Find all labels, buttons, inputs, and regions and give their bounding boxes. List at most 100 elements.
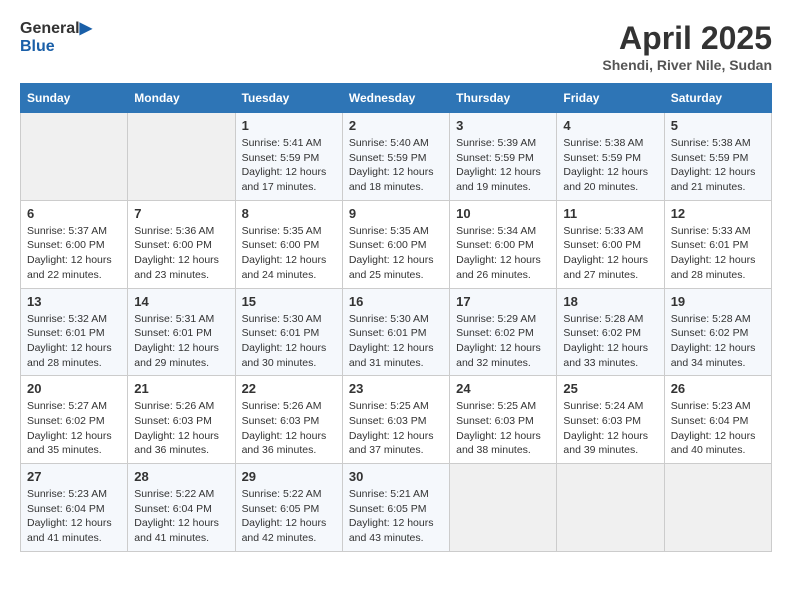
day-sunset: Sunset: 6:01 PM: [671, 239, 749, 251]
day-sunrise: Sunrise: 5:26 AM: [242, 400, 322, 412]
day-daylight: Daylight: 12 hours and 21 minutes.: [671, 166, 756, 193]
day-daylight: Daylight: 12 hours and 36 minutes.: [242, 430, 327, 457]
calendar-cell: 25 Sunrise: 5:24 AM Sunset: 6:03 PM Dayl…: [557, 376, 664, 464]
calendar-cell: 19 Sunrise: 5:28 AM Sunset: 6:02 PM Dayl…: [664, 288, 771, 376]
day-sunrise: Sunrise: 5:23 AM: [671, 400, 751, 412]
day-daylight: Daylight: 12 hours and 37 minutes.: [349, 430, 434, 457]
calendar-cell: 27 Sunrise: 5:23 AM Sunset: 6:04 PM Dayl…: [21, 464, 128, 552]
weekday-header-friday: Friday: [557, 84, 664, 113]
day-daylight: Daylight: 12 hours and 18 minutes.: [349, 166, 434, 193]
day-sunrise: Sunrise: 5:31 AM: [134, 313, 214, 325]
logo-blue: Blue: [20, 38, 92, 56]
calendar-cell: [21, 113, 128, 201]
day-sunset: Sunset: 5:59 PM: [563, 152, 641, 164]
day-sunset: Sunset: 6:03 PM: [242, 415, 320, 427]
day-sunrise: Sunrise: 5:39 AM: [456, 137, 536, 149]
calendar-cell: 13 Sunrise: 5:32 AM Sunset: 6:01 PM Dayl…: [21, 288, 128, 376]
day-number: 14: [134, 294, 228, 309]
day-daylight: Daylight: 12 hours and 35 minutes.: [27, 430, 112, 457]
day-sunset: Sunset: 6:02 PM: [671, 327, 749, 339]
day-sunset: Sunset: 5:59 PM: [671, 152, 749, 164]
day-daylight: Daylight: 12 hours and 31 minutes.: [349, 342, 434, 369]
day-number: 18: [563, 294, 657, 309]
day-daylight: Daylight: 12 hours and 39 minutes.: [563, 430, 648, 457]
day-sunrise: Sunrise: 5:38 AM: [563, 137, 643, 149]
day-sunset: Sunset: 6:03 PM: [456, 415, 534, 427]
page-subtitle: Shendi, River Nile, Sudan: [602, 57, 772, 73]
calendar-cell: 5 Sunrise: 5:38 AM Sunset: 5:59 PM Dayli…: [664, 113, 771, 201]
calendar-cell: [664, 464, 771, 552]
calendar-cell: 6 Sunrise: 5:37 AM Sunset: 6:00 PM Dayli…: [21, 200, 128, 288]
day-sunset: Sunset: 6:00 PM: [242, 239, 320, 251]
calendar-cell: 2 Sunrise: 5:40 AM Sunset: 5:59 PM Dayli…: [342, 113, 449, 201]
day-sunset: Sunset: 6:04 PM: [134, 503, 212, 515]
weekday-header-wednesday: Wednesday: [342, 84, 449, 113]
day-sunrise: Sunrise: 5:41 AM: [242, 137, 322, 149]
day-number: 9: [349, 206, 443, 221]
calendar-week-row: 20 Sunrise: 5:27 AM Sunset: 6:02 PM Dayl…: [21, 376, 772, 464]
calendar-cell: [450, 464, 557, 552]
day-daylight: Daylight: 12 hours and 43 minutes.: [349, 517, 434, 544]
day-sunrise: Sunrise: 5:28 AM: [671, 313, 751, 325]
page-title: April 2025: [602, 20, 772, 57]
calendar-cell: 18 Sunrise: 5:28 AM Sunset: 6:02 PM Dayl…: [557, 288, 664, 376]
day-number: 15: [242, 294, 336, 309]
day-number: 8: [242, 206, 336, 221]
day-sunrise: Sunrise: 5:32 AM: [27, 313, 107, 325]
day-number: 22: [242, 381, 336, 396]
day-sunrise: Sunrise: 5:28 AM: [563, 313, 643, 325]
day-sunset: Sunset: 6:01 PM: [242, 327, 320, 339]
day-daylight: Daylight: 12 hours and 19 minutes.: [456, 166, 541, 193]
calendar-cell: 7 Sunrise: 5:36 AM Sunset: 6:00 PM Dayli…: [128, 200, 235, 288]
weekday-header-thursday: Thursday: [450, 84, 557, 113]
day-number: 12: [671, 206, 765, 221]
day-daylight: Daylight: 12 hours and 36 minutes.: [134, 430, 219, 457]
calendar-cell: 23 Sunrise: 5:25 AM Sunset: 6:03 PM Dayl…: [342, 376, 449, 464]
day-sunrise: Sunrise: 5:29 AM: [456, 313, 536, 325]
header: General▶ Blue April 2025 Shendi, River N…: [20, 20, 772, 73]
day-number: 4: [563, 118, 657, 133]
weekday-header-monday: Monday: [128, 84, 235, 113]
day-sunset: Sunset: 6:02 PM: [27, 415, 105, 427]
day-number: 30: [349, 469, 443, 484]
day-sunrise: Sunrise: 5:38 AM: [671, 137, 751, 149]
calendar-cell: 14 Sunrise: 5:31 AM Sunset: 6:01 PM Dayl…: [128, 288, 235, 376]
day-sunrise: Sunrise: 5:25 AM: [349, 400, 429, 412]
calendar-cell: 12 Sunrise: 5:33 AM Sunset: 6:01 PM Dayl…: [664, 200, 771, 288]
day-number: 25: [563, 381, 657, 396]
calendar-week-row: 1 Sunrise: 5:41 AM Sunset: 5:59 PM Dayli…: [21, 113, 772, 201]
calendar-cell: 30 Sunrise: 5:21 AM Sunset: 6:05 PM Dayl…: [342, 464, 449, 552]
day-daylight: Daylight: 12 hours and 34 minutes.: [671, 342, 756, 369]
day-sunrise: Sunrise: 5:22 AM: [134, 488, 214, 500]
calendar-week-row: 13 Sunrise: 5:32 AM Sunset: 6:01 PM Dayl…: [21, 288, 772, 376]
day-daylight: Daylight: 12 hours and 40 minutes.: [671, 430, 756, 457]
calendar-cell: 8 Sunrise: 5:35 AM Sunset: 6:00 PM Dayli…: [235, 200, 342, 288]
day-sunset: Sunset: 6:02 PM: [563, 327, 641, 339]
calendar-cell: 24 Sunrise: 5:25 AM Sunset: 6:03 PM Dayl…: [450, 376, 557, 464]
day-sunset: Sunset: 6:05 PM: [349, 503, 427, 515]
day-daylight: Daylight: 12 hours and 38 minutes.: [456, 430, 541, 457]
day-number: 19: [671, 294, 765, 309]
day-sunrise: Sunrise: 5:35 AM: [349, 225, 429, 237]
calendar-cell: 21 Sunrise: 5:26 AM Sunset: 6:03 PM Dayl…: [128, 376, 235, 464]
day-number: 2: [349, 118, 443, 133]
day-sunset: Sunset: 6:01 PM: [134, 327, 212, 339]
day-daylight: Daylight: 12 hours and 17 minutes.: [242, 166, 327, 193]
day-sunset: Sunset: 6:01 PM: [27, 327, 105, 339]
day-sunrise: Sunrise: 5:23 AM: [27, 488, 107, 500]
calendar-week-row: 27 Sunrise: 5:23 AM Sunset: 6:04 PM Dayl…: [21, 464, 772, 552]
day-number: 13: [27, 294, 121, 309]
day-daylight: Daylight: 12 hours and 41 minutes.: [134, 517, 219, 544]
day-number: 7: [134, 206, 228, 221]
day-number: 26: [671, 381, 765, 396]
day-number: 24: [456, 381, 550, 396]
day-sunrise: Sunrise: 5:26 AM: [134, 400, 214, 412]
day-sunset: Sunset: 5:59 PM: [242, 152, 320, 164]
day-sunset: Sunset: 6:04 PM: [27, 503, 105, 515]
day-sunset: Sunset: 6:00 PM: [134, 239, 212, 251]
calendar-cell: [557, 464, 664, 552]
day-number: 3: [456, 118, 550, 133]
weekday-header-row: SundayMondayTuesdayWednesdayThursdayFrid…: [21, 84, 772, 113]
day-sunset: Sunset: 6:03 PM: [563, 415, 641, 427]
day-number: 6: [27, 206, 121, 221]
